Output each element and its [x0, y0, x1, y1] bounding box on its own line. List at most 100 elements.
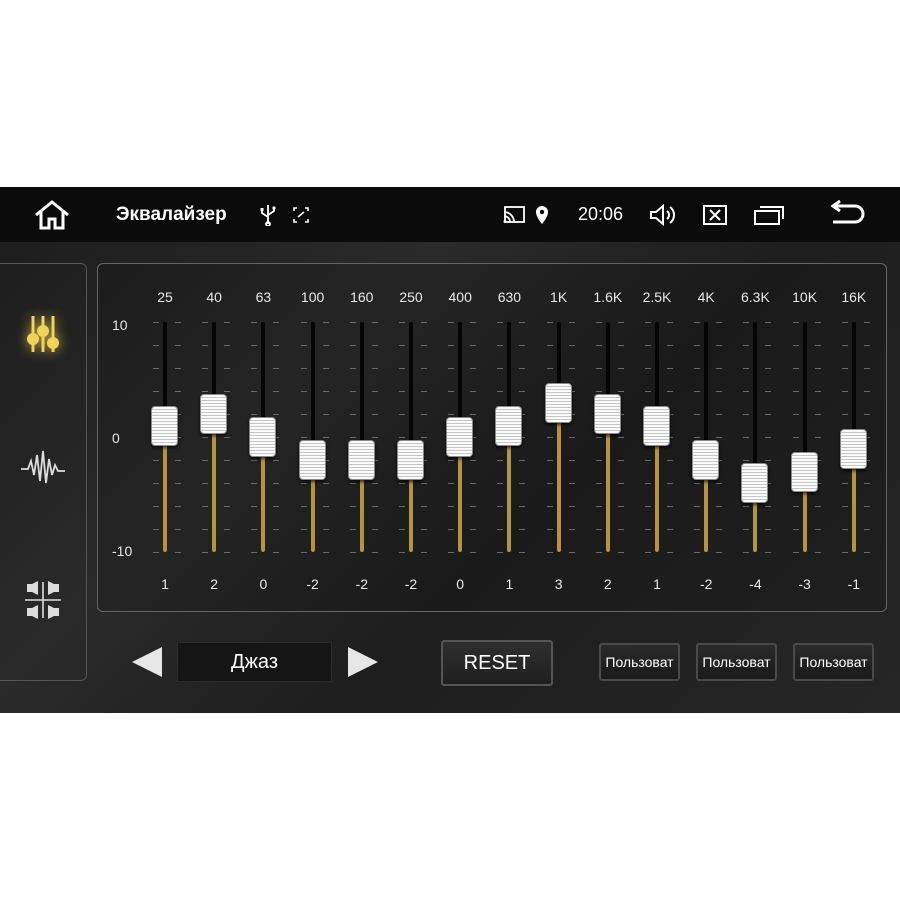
scale-tick [470, 529, 477, 530]
scale-tick [519, 391, 526, 392]
scale-tick [863, 483, 870, 484]
previous-preset-button[interactable] [127, 642, 167, 682]
scale-tick [251, 483, 258, 484]
scale-tick [765, 345, 772, 346]
slider-track[interactable] [605, 322, 610, 552]
scale-tick [667, 529, 673, 530]
scale-tick [814, 368, 821, 369]
back-icon[interactable] [826, 187, 868, 242]
scale-tick [399, 552, 405, 553]
slider-knob[interactable] [298, 440, 326, 480]
scale-tick [322, 483, 329, 484]
scale-tick [371, 437, 378, 438]
scale-tick [841, 345, 848, 346]
sidebar-item-sound-wave[interactable] [18, 442, 68, 492]
scale-tick [497, 391, 504, 392]
scale-tick [519, 552, 526, 553]
scale-tick [153, 460, 159, 461]
slider-knob[interactable] [790, 451, 818, 492]
close-app-icon[interactable] [700, 187, 730, 242]
slider-knob[interactable] [839, 428, 867, 469]
scale-tick [716, 483, 723, 484]
slider-knob[interactable] [397, 440, 424, 480]
scale-tick [153, 368, 159, 369]
slider-knob[interactable] [593, 394, 621, 434]
scale-tick [399, 414, 405, 415]
slider-knob[interactable] [741, 463, 769, 503]
scale-tick [349, 552, 356, 553]
scale-tick [841, 552, 848, 553]
slider-knob[interactable] [347, 440, 375, 480]
slider-track[interactable] [310, 322, 315, 552]
scale-tick [694, 437, 701, 438]
equalizer-sliders-icon [27, 316, 59, 352]
volume-icon[interactable] [646, 187, 680, 242]
slider-track[interactable] [704, 322, 709, 552]
slider-knob[interactable] [692, 440, 720, 480]
slider-track[interactable] [359, 322, 364, 552]
scale-tick [568, 437, 575, 438]
scale-tick [743, 391, 750, 392]
slider-track[interactable] [409, 322, 413, 552]
scale-tick [300, 368, 307, 369]
slider-knob[interactable] [495, 405, 523, 446]
sidebar-item-balance[interactable] [18, 575, 68, 625]
slider-track[interactable] [753, 322, 758, 552]
slider-track[interactable] [212, 322, 217, 552]
slider-knob[interactable] [643, 405, 670, 446]
slider-track[interactable] [802, 322, 807, 552]
scale-tick [349, 345, 356, 346]
user-preset-button-1[interactable]: Пользоват [599, 643, 680, 681]
slider-knob[interactable] [544, 382, 572, 423]
scale-tick [497, 529, 504, 530]
reset-button[interactable]: RESET [441, 640, 553, 686]
band-frequency-label: 630 [497, 289, 522, 305]
band-frequency-label: 2.5K [642, 289, 672, 305]
slider-fill [212, 414, 217, 552]
slider-knob[interactable] [446, 417, 474, 457]
scale-tick [273, 345, 280, 346]
recent-apps-icon[interactable] [752, 187, 786, 242]
next-preset-button[interactable] [343, 642, 383, 682]
scale-tick [694, 552, 701, 553]
slider-track[interactable] [556, 322, 561, 552]
scale-tick [765, 460, 772, 461]
scale-tick [645, 506, 651, 507]
slider-knob[interactable] [249, 417, 277, 457]
scale-tick [792, 437, 799, 438]
home-icon[interactable] [30, 187, 74, 242]
scale-tick [448, 322, 455, 323]
scale-tick [224, 391, 231, 392]
scale-tick [863, 506, 870, 507]
scale-tick [792, 368, 799, 369]
band-frequency-label: 10K [792, 289, 818, 305]
scale-tick [421, 368, 427, 369]
scale-tick [300, 391, 307, 392]
scale-tick [470, 483, 477, 484]
user-preset-button-2[interactable]: Пользоват [696, 643, 777, 681]
slider-knob[interactable] [151, 405, 178, 446]
scale-tick [765, 529, 772, 530]
scale-tick [448, 483, 455, 484]
scale-tick [399, 437, 405, 438]
scale-tick [617, 322, 624, 323]
scale-tick [595, 368, 602, 369]
scale-tick [863, 345, 870, 346]
scale-tick [202, 437, 209, 438]
scale-tick [224, 322, 231, 323]
scale-tick [470, 552, 477, 553]
scale-tick [371, 322, 378, 323]
scale-tick [743, 529, 750, 530]
scale-tick [175, 345, 181, 346]
scale-tick [470, 391, 477, 392]
scale-tick [546, 322, 553, 323]
scale-tick [519, 368, 526, 369]
scale-tick [497, 552, 504, 553]
band-slider: 25 1 [143, 264, 187, 613]
scale-tick [743, 506, 750, 507]
band-slider: 1K 3 [537, 264, 581, 613]
slider-knob[interactable] [200, 394, 228, 434]
user-preset-button-3[interactable]: Пользоват [793, 643, 874, 681]
scale-tick [497, 460, 504, 461]
sidebar-item-equalizer[interactable] [18, 309, 68, 359]
